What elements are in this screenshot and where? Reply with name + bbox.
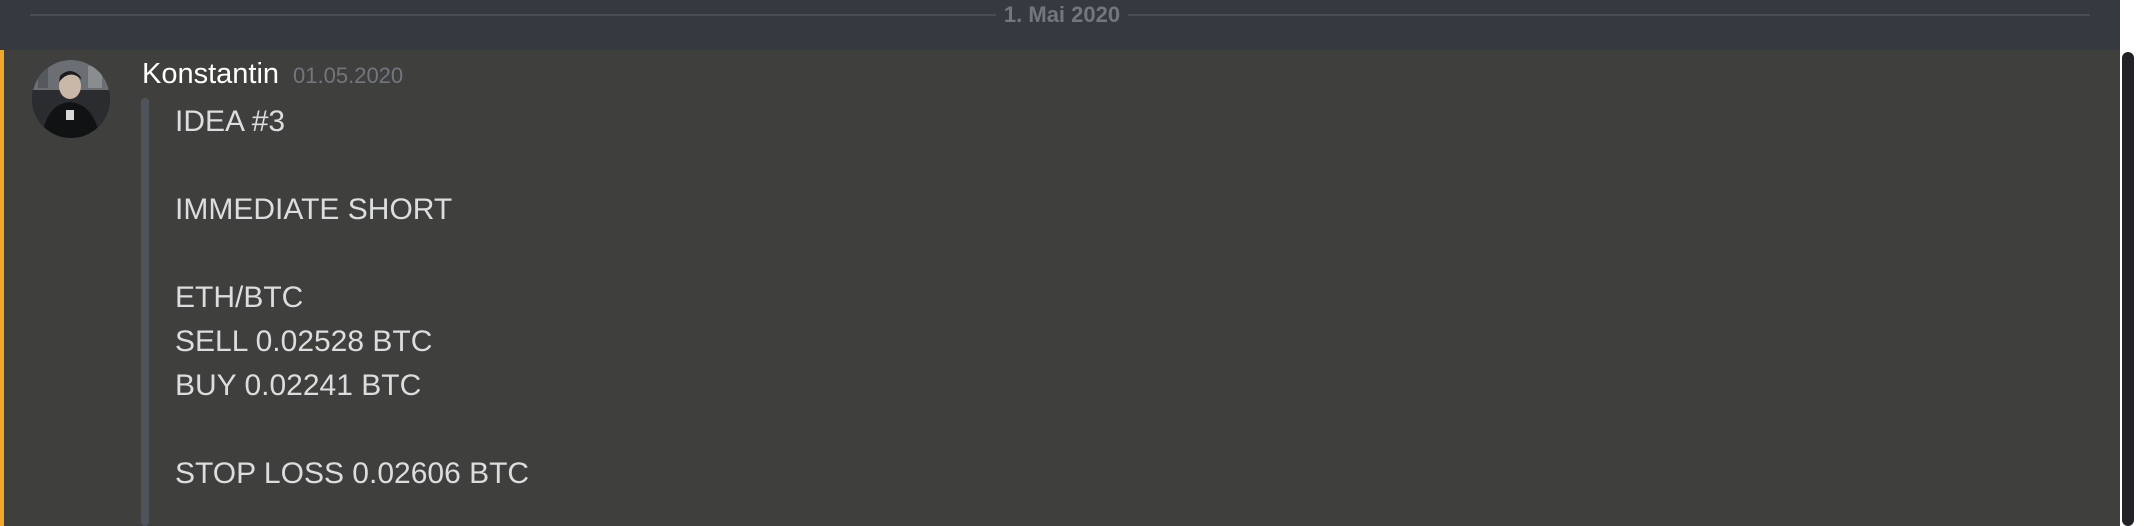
user-avatar[interactable] bbox=[32, 60, 110, 138]
message-line: STOP LOSS 0.02606 BTC bbox=[175, 457, 530, 490]
message-line bbox=[175, 232, 2075, 276]
date-divider: 1. Mai 2020 bbox=[0, 0, 2120, 50]
message-line bbox=[175, 408, 2075, 452]
message-line: BUY 0.02241 BTC bbox=[175, 369, 422, 402]
message-item[interactable]: Konstantin 01.05.2020 IDEA #3 IMMEDIATE S… bbox=[0, 50, 2120, 526]
author-name[interactable]: Konstantin bbox=[142, 58, 279, 90]
chat-view: 1. Mai 2020 Konstantin 01.05.2020 IDEA #3 bbox=[0, 0, 2144, 526]
message-line: ETH/BTC bbox=[175, 281, 304, 314]
divider-date-label: 1. Mai 2020 bbox=[1003, 2, 1121, 27]
avatar-image bbox=[32, 60, 110, 138]
message-header: Konstantin 01.05.2020 bbox=[142, 58, 403, 98]
message-timestamp[interactable]: 01.05.2020 bbox=[293, 63, 403, 88]
divider-line-left bbox=[30, 14, 996, 16]
message-line bbox=[175, 144, 2075, 188]
mention-highlight-bar bbox=[0, 50, 4, 526]
message-line: IDEA #3 bbox=[175, 105, 286, 138]
message-line: IMMEDIATE SHORT bbox=[175, 193, 453, 226]
divider-line-right bbox=[1128, 14, 2090, 16]
scrollbar-thumb[interactable] bbox=[2122, 52, 2134, 526]
message-content: IDEA #3 IMMEDIATE SHORT ETH/BTC SELL 0.0… bbox=[175, 100, 2075, 496]
message-line: SELL 0.02528 BTC bbox=[175, 325, 433, 358]
blockquote-bar bbox=[141, 98, 149, 526]
